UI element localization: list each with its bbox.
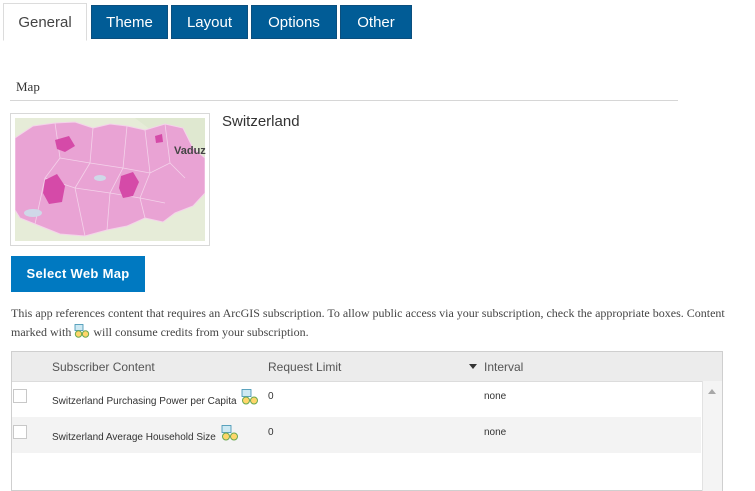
select-web-map-button[interactable]: Select Web Map: [11, 256, 145, 292]
row-interval: none: [484, 427, 507, 438]
credits-icon: [241, 389, 259, 405]
scroll-up-arrow-icon[interactable]: [708, 389, 716, 394]
table-header: Subscriber Content Request Limit Interva…: [12, 352, 722, 382]
section-divider: [10, 100, 678, 101]
web-map-title: Switzerland: [222, 113, 300, 130]
switzerland-map-image: [15, 118, 205, 241]
column-request-limit[interactable]: Request Limit: [268, 360, 341, 374]
credits-icon: [221, 425, 239, 441]
subscription-notice: This app references content that require…: [11, 304, 741, 342]
table-scrollbar[interactable]: [702, 381, 722, 491]
column-subscriber-content[interactable]: Subscriber Content: [52, 360, 155, 374]
row-content-name: Switzerland Purchasing Power per Capita: [52, 396, 237, 407]
row-interval: none: [484, 391, 507, 402]
column-interval[interactable]: Interval: [484, 360, 523, 374]
web-map-thumbnail: Vaduz: [10, 113, 210, 246]
map-place-label: Vaduz: [174, 145, 206, 157]
row-checkbox[interactable]: [13, 389, 27, 403]
sort-descending-icon[interactable]: [469, 364, 477, 369]
notice-text-2: will consume credits from your subscript…: [93, 325, 309, 339]
map-section-label: Map: [16, 79, 40, 94]
subscriber-content-table: Subscriber Content Request Limit Interva…: [11, 351, 723, 491]
table-row: Switzerland Purchasing Power per Capita …: [12, 381, 701, 417]
row-checkbox[interactable]: [13, 425, 27, 439]
tab-bar: General Theme Layout Options Other: [0, 3, 755, 41]
tab-theme[interactable]: Theme: [91, 5, 168, 39]
credits-icon: [74, 324, 90, 338]
tab-other[interactable]: Other: [340, 5, 412, 39]
row-request-limit: 0: [268, 391, 274, 402]
row-content-name: Switzerland Average Household Size: [52, 432, 216, 443]
tab-general[interactable]: General: [3, 3, 87, 41]
row-request-limit: 0: [268, 427, 274, 438]
table-row: Switzerland Average Household Size 0 non…: [12, 417, 701, 453]
tab-layout[interactable]: Layout: [171, 5, 248, 39]
tab-options[interactable]: Options: [251, 5, 337, 39]
